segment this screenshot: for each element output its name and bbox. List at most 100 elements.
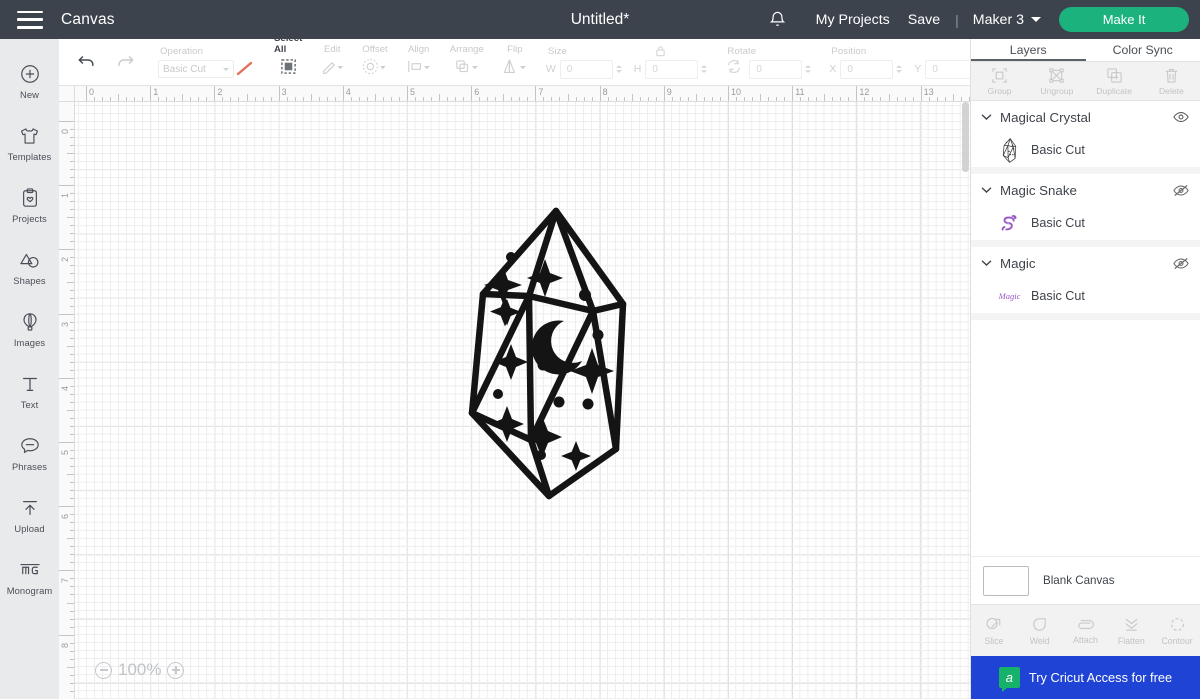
- layer-item-basic-cut[interactable]: Magic Basic Cut: [971, 279, 1200, 313]
- x-stepper[interactable]: [896, 65, 903, 73]
- flip-button[interactable]: Flip: [493, 39, 537, 86]
- redo-arrow-icon[interactable]: [115, 51, 135, 74]
- line-color-swatch-icon[interactable]: [234, 59, 256, 79]
- ruler-v-tick: [70, 482, 74, 484]
- sidebar-label-text: Text: [20, 399, 39, 410]
- ruler-h-tick: [150, 86, 152, 101]
- ruler-v-tick: [70, 658, 74, 660]
- sidebar-item-monogram[interactable]: Monogram: [0, 546, 59, 608]
- edit-button[interactable]: Edit: [311, 39, 353, 86]
- sidebar-item-text[interactable]: Text: [0, 360, 59, 422]
- layer-item-basic-cut[interactable]: Basic Cut: [971, 206, 1200, 240]
- rotate-input[interactable]: 0: [749, 59, 803, 79]
- slice-button[interactable]: Slice: [971, 616, 1017, 646]
- sidebar-item-new[interactable]: New: [0, 50, 59, 112]
- rotate-group: Rotate 0: [716, 39, 820, 85]
- canvas-color-swatch[interactable]: [983, 565, 1029, 596]
- group-button[interactable]: Group: [972, 67, 1028, 96]
- ruler-v-tick: [70, 257, 74, 259]
- delete-button[interactable]: Delete: [1143, 67, 1199, 96]
- notification-bell-icon[interactable]: [763, 5, 793, 35]
- undo-arrow-icon[interactable]: [77, 51, 97, 74]
- ruler-h-label: 6: [474, 87, 480, 97]
- eye-hidden-icon[interactable]: [1172, 254, 1190, 272]
- sidebar-item-images[interactable]: Images: [0, 298, 59, 360]
- height-input[interactable]: 0: [645, 59, 699, 79]
- ruler-v-tick: [70, 241, 74, 243]
- sidebar-item-shapes[interactable]: Shapes: [0, 236, 59, 298]
- chevron-down-icon[interactable]: [981, 259, 993, 267]
- offset-sun-icon: [362, 58, 387, 80]
- ruler-h-tick: [575, 97, 577, 101]
- layer-header[interactable]: Magic: [971, 247, 1200, 279]
- machine-selector[interactable]: Maker 3: [965, 12, 1049, 28]
- operation-select[interactable]: Basic Cut: [158, 60, 234, 78]
- ruler-h-tick: [591, 97, 593, 101]
- ruler-h-label: 13: [923, 87, 934, 97]
- ruler-h-tick: [543, 97, 545, 101]
- weld-button[interactable]: Weld: [1017, 616, 1063, 646]
- offset-button[interactable]: Offset: [353, 39, 396, 86]
- magical-crystal-artwork[interactable]: [463, 204, 633, 509]
- layer-header[interactable]: Magic Snake: [971, 174, 1200, 206]
- contour-button[interactable]: Contour: [1154, 616, 1200, 646]
- height-stepper[interactable]: [701, 65, 708, 73]
- layer-name: Magic: [1000, 255, 1036, 271]
- layer-group-magic: Magic Magic Basic Cut: [971, 247, 1200, 320]
- make-it-button[interactable]: Make It: [1059, 7, 1189, 32]
- duplicate-button[interactable]: Duplicate: [1086, 67, 1142, 96]
- scrollbar-thumb[interactable]: [962, 102, 969, 172]
- hamburger-icon[interactable]: [17, 10, 43, 29]
- my-projects-link[interactable]: My Projects: [807, 12, 899, 28]
- flatten-button[interactable]: Flatten: [1108, 616, 1154, 646]
- shape-operations: Slice Weld Attach Flatten Contour: [971, 604, 1200, 656]
- ruler-h-tick: [158, 97, 160, 101]
- attach-button[interactable]: Attach: [1063, 617, 1109, 645]
- ruler-h-tick: [294, 97, 296, 101]
- layer-item-basic-cut[interactable]: Basic Cut: [971, 133, 1200, 167]
- duplicate-label: Duplicate: [1096, 85, 1133, 96]
- ruler-v-label: 2: [60, 257, 70, 263]
- tab-layers[interactable]: Layers: [971, 39, 1086, 61]
- width-input[interactable]: 0: [559, 59, 613, 79]
- eye-visible-icon[interactable]: [1172, 108, 1190, 126]
- ungroup-button[interactable]: Ungroup: [1029, 67, 1085, 96]
- plus-circle-icon[interactable]: [167, 661, 185, 679]
- sidebar-item-upload[interactable]: Upload: [0, 484, 59, 546]
- canvas-scrollbar[interactable]: [961, 102, 970, 699]
- ruler-v-tick: [70, 201, 74, 203]
- rotate-icon[interactable]: [725, 58, 743, 80]
- lock-closed-icon[interactable]: [655, 44, 666, 62]
- ruler-h-tick: [206, 97, 208, 101]
- chevron-down-icon[interactable]: [981, 113, 993, 121]
- ruler-h-tick: [960, 97, 962, 101]
- tab-color-sync[interactable]: Color Sync: [1086, 39, 1200, 61]
- chevron-down-icon[interactable]: [981, 186, 993, 194]
- arrange-button[interactable]: Arrange: [441, 39, 493, 86]
- sidebar-label-phrases: Phrases: [11, 461, 48, 472]
- ruler-v-tick: [70, 393, 74, 395]
- align-button[interactable]: Align: [397, 39, 441, 86]
- select-all-button[interactable]: Select All: [265, 33, 311, 86]
- rotate-stepper[interactable]: [805, 65, 812, 73]
- eye-hidden-icon[interactable]: [1172, 181, 1190, 199]
- cricut-access-banner[interactable]: a Try Cricut Access for free: [971, 656, 1200, 699]
- top-header: Canvas Untitled* My Projects Save | Make…: [0, 0, 1200, 39]
- sidebar-item-phrases[interactable]: Phrases: [0, 422, 59, 484]
- x-input[interactable]: 0: [840, 59, 894, 79]
- canvas-selector[interactable]: Blank Canvas: [971, 556, 1200, 604]
- ruler-h-tick: [310, 94, 312, 101]
- sidebar-label-shapes: Shapes: [13, 275, 46, 286]
- minus-circle-icon[interactable]: [95, 661, 112, 679]
- sidebar-item-templates[interactable]: Templates: [0, 112, 59, 174]
- y-label: Y: [914, 63, 922, 75]
- ruler-v-tick: [70, 129, 74, 131]
- save-button[interactable]: Save: [899, 12, 949, 28]
- sidebar-item-projects[interactable]: Projects: [0, 174, 59, 236]
- clipboard-heart-icon: [20, 186, 40, 210]
- layer-header[interactable]: Magical Crystal: [971, 101, 1200, 133]
- width-stepper[interactable]: [615, 65, 622, 73]
- sidebar-label-templates: Templates: [7, 151, 52, 162]
- ruler-v-tick: [67, 345, 74, 347]
- design-canvas[interactable]: 0 1 2 3 4 5 6 7 8 9 10 11 12 13 012345678 100%: [59, 86, 970, 699]
